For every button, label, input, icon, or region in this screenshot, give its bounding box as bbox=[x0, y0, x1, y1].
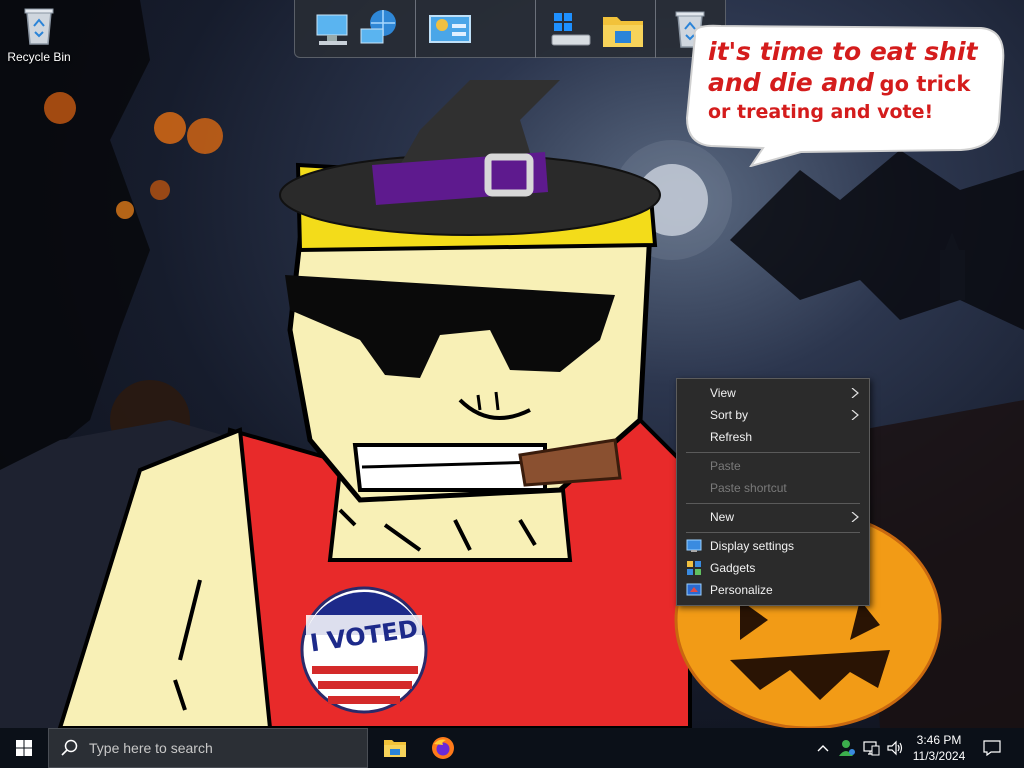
chevron-right-icon bbox=[851, 410, 859, 420]
speech-line-3: or treating and vote! bbox=[708, 100, 934, 123]
menu-separator bbox=[686, 452, 860, 453]
menu-item-view[interactable]: View bbox=[677, 382, 869, 404]
menu-separator bbox=[686, 532, 860, 533]
desktop-context-menu: View Sort by Refresh Paste Paste shortcu… bbox=[676, 378, 870, 606]
menu-item-label: Display settings bbox=[710, 539, 795, 553]
taskbar-firefox[interactable] bbox=[419, 728, 467, 768]
speech-line-1: it's time to eat shit bbox=[708, 37, 978, 66]
menu-item-label: Personalize bbox=[710, 583, 773, 597]
taskbar-clock[interactable]: 3:46 PM 11/3/2024 bbox=[906, 732, 972, 764]
speech-line-2b: go trick bbox=[879, 72, 971, 97]
people-icon[interactable] bbox=[836, 728, 858, 768]
show-hidden-icons-chevron[interactable] bbox=[814, 728, 832, 768]
menu-item-paste[interactable]: Paste bbox=[677, 455, 869, 477]
menu-item-label: Sort by bbox=[710, 408, 749, 422]
menu-item-label: Paste shortcut bbox=[710, 481, 787, 495]
menu-item-personalize[interactable]: Personalize bbox=[677, 579, 869, 601]
speech-bubble-text: it's time to eat shit and die and go tri… bbox=[708, 36, 998, 124]
menu-item-new[interactable]: New bbox=[677, 506, 869, 528]
top-dock bbox=[294, 0, 726, 58]
menu-item-label: Paste bbox=[710, 459, 741, 473]
firefox-icon bbox=[432, 737, 454, 759]
menu-item-refresh[interactable]: Refresh bbox=[677, 426, 869, 448]
recycle-bin-icon bbox=[23, 6, 55, 46]
file-explorer-icon bbox=[384, 740, 406, 757]
search-icon bbox=[61, 739, 78, 756]
menu-item-label: Gadgets bbox=[710, 561, 756, 575]
display-settings-icon bbox=[686, 539, 702, 552]
menu-item-display-settings[interactable]: Display settings bbox=[677, 535, 869, 557]
gadgets-icon bbox=[687, 561, 701, 575]
chevron-right-icon bbox=[851, 512, 859, 522]
menu-separator bbox=[686, 503, 860, 504]
desktop-icon-recycle-bin[interactable]: Recycle Bin bbox=[4, 6, 74, 64]
windows-this-pc-icon[interactable] bbox=[545, 6, 595, 52]
speech-line-2a: and die and bbox=[708, 68, 874, 98]
clock-time: 3:46 PM bbox=[916, 733, 962, 747]
menu-item-gadgets[interactable]: Gadgets bbox=[677, 557, 869, 579]
clock-date: 11/3/2024 bbox=[912, 749, 966, 763]
menu-item-sort-by[interactable]: Sort by bbox=[677, 404, 869, 426]
network-computers-icon[interactable] bbox=[305, 6, 405, 52]
personalize-icon bbox=[686, 583, 702, 596]
file-explorer-icon[interactable] bbox=[595, 6, 651, 52]
action-center-icon[interactable] bbox=[978, 728, 1006, 768]
search-placeholder: Type here to search bbox=[89, 740, 213, 756]
chevron-right-icon bbox=[851, 388, 859, 398]
taskbar-search-box[interactable]: Type here to search bbox=[48, 728, 368, 768]
menu-item-label: Refresh bbox=[710, 430, 753, 444]
taskbar: Type here to search 3:46 PM 11/3/2024 bbox=[0, 728, 1024, 768]
control-panel-icon[interactable] bbox=[425, 6, 475, 52]
desktop-icon-label: Recycle Bin bbox=[7, 50, 71, 64]
menu-item-label: View bbox=[710, 386, 736, 400]
taskbar-file-explorer[interactable] bbox=[371, 728, 419, 768]
windows-logo-icon bbox=[16, 740, 32, 756]
start-button[interactable] bbox=[0, 728, 48, 768]
network-icon[interactable] bbox=[860, 728, 882, 768]
volume-icon[interactable] bbox=[884, 728, 906, 768]
menu-item-label: New bbox=[710, 510, 735, 524]
menu-item-paste-shortcut[interactable]: Paste shortcut bbox=[677, 477, 869, 499]
